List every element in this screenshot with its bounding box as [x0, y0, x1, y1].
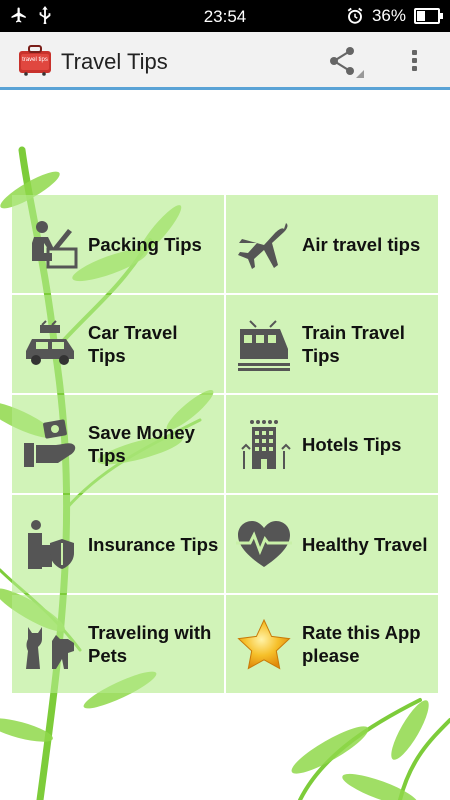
tile-label: Packing Tips — [88, 233, 202, 255]
insurance-shield-icon — [28, 520, 74, 569]
more-options-icon[interactable] — [402, 44, 426, 78]
tips-grid: Packing Tips Air travel tips Car Travel … — [12, 195, 438, 695]
tile-label: Rate this App please — [302, 622, 421, 666]
tile-car-travel-tips[interactable]: Car Travel Tips — [12, 295, 224, 393]
hotel-icon — [241, 420, 291, 469]
tile-hotels-tips[interactable]: Hotels Tips — [226, 395, 438, 493]
share-icon[interactable] — [326, 44, 364, 78]
alarm-icon — [347, 7, 363, 24]
tile-insurance-tips[interactable]: Insurance Tips — [12, 495, 224, 593]
status-right: 36% — [346, 6, 443, 26]
tile-train-travel-tips[interactable]: Train Travel Tips — [226, 295, 438, 393]
tile-packing-tips[interactable]: Packing Tips — [12, 195, 224, 293]
tile-label: Healthy Travel — [302, 533, 428, 555]
money-hand-icon — [24, 419, 76, 467]
tile-air-travel-tips[interactable]: Air travel tips — [226, 195, 438, 293]
tile-label: Insurance Tips — [88, 533, 219, 555]
tile-label: Car Travel Tips — [88, 322, 178, 366]
tile-label: Save Money Tips — [88, 422, 195, 466]
app-title: Travel Tips — [61, 49, 168, 74]
tile-save-money-tips[interactable]: Save Money Tips — [12, 395, 224, 493]
logo-text: travel tips — [22, 57, 48, 63]
app-bar: travel tips Travel Tips — [0, 32, 450, 90]
suitcase-logo-icon: travel tips — [19, 45, 51, 76]
battery-percent: 36% — [371, 6, 406, 25]
heartbeat-icon — [236, 521, 292, 567]
car-icon — [26, 320, 74, 365]
tile-rate-this-app[interactable]: Rate this App please — [226, 595, 438, 693]
tile-label: Air travel tips — [302, 233, 421, 255]
tile-traveling-with-pets[interactable]: Traveling with Pets — [12, 595, 224, 693]
tile-healthy-travel[interactable]: Healthy Travel — [226, 495, 438, 593]
pets-icon — [26, 627, 74, 669]
tile-label: Hotels Tips — [302, 433, 402, 455]
tile-label: Traveling with Pets — [88, 622, 212, 666]
packing-icon — [32, 221, 78, 269]
tile-label: Train Travel Tips — [302, 322, 405, 366]
star-icon — [237, 619, 291, 670]
status-bar: 23:54 36% — [0, 0, 450, 32]
train-icon — [238, 320, 290, 371]
battery-icon — [414, 8, 443, 24]
airplane-icon — [238, 223, 288, 269]
